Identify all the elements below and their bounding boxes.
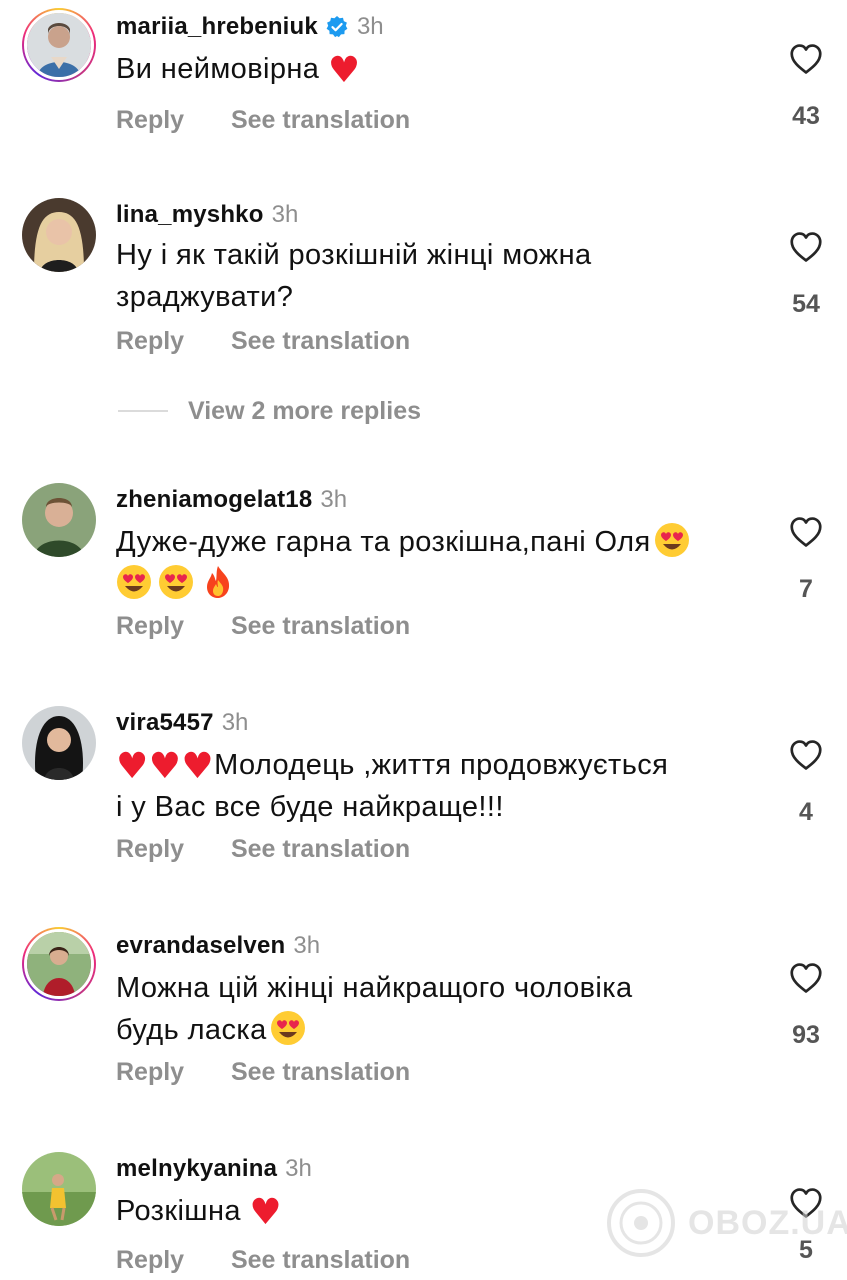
divider: [118, 410, 168, 412]
like-control: 54: [786, 228, 826, 319]
like-control: 43: [786, 40, 826, 131]
fire-emoji: [200, 564, 236, 600]
comment-text-content: будь ласка: [116, 1014, 267, 1046]
avatar-image: [22, 483, 96, 557]
comment-actions: Reply See translation: [116, 835, 410, 864]
like-count: 4: [799, 798, 813, 826]
heart-eyes-emoji: [270, 1010, 306, 1046]
timestamp: 3h: [285, 1155, 312, 1182]
avatar-image: [24, 10, 94, 80]
reply-button[interactable]: Reply: [116, 1058, 224, 1087]
obozrevatel-logo-icon: [607, 1189, 675, 1257]
watermark-text: OBOZ.UA: [688, 1203, 847, 1242]
username[interactable]: vira5457: [116, 709, 214, 737]
see-translation-button[interactable]: See translation: [231, 1058, 410, 1087]
comment-text-line: і у Вас все буде найкраще!!!: [116, 791, 504, 823]
red-heart-emoji: ♥: [181, 746, 215, 787]
avatar[interactable]: [22, 198, 96, 272]
view-more-replies-label[interactable]: View 2 more replies: [188, 397, 421, 426]
username[interactable]: zheniamogelat18: [116, 486, 312, 514]
comment-actions: Reply See translation: [116, 612, 410, 641]
timestamp: 3h: [271, 201, 299, 228]
comment-text-content: Ви неймовірна: [116, 53, 320, 85]
comment-text-line: Можна цій жінці найкращого чоловіка: [116, 972, 633, 1004]
avatar-image: [22, 198, 96, 272]
comment-actions: Reply See translation: [116, 106, 410, 135]
like-control: 4: [786, 736, 826, 827]
avatar-image: [24, 929, 94, 999]
avatar-image: [22, 1152, 96, 1226]
reply-button[interactable]: Reply: [116, 612, 224, 641]
timestamp: 3h: [221, 709, 249, 736]
comment-header: vira5457 3h: [116, 706, 248, 740]
heart-outline-icon[interactable]: [787, 959, 825, 997]
timestamp: 3h: [356, 13, 384, 40]
heart-outline-icon[interactable]: [787, 40, 825, 78]
like-count: 93: [792, 1021, 820, 1049]
comment-text: Можна цій жінці найкращого чоловіка будь…: [116, 967, 756, 1051]
view-more-replies[interactable]: View 2 more replies: [118, 396, 421, 426]
comment-text-content: Дуже-дуже гарна та розкішна,пані Оля: [116, 526, 651, 558]
watermark: OBOZ.UA: [606, 1188, 847, 1258]
see-translation-button[interactable]: See translation: [231, 106, 410, 135]
see-translation-button[interactable]: See translation: [231, 835, 410, 864]
username[interactable]: mariia_hrebeniuk: [116, 13, 318, 41]
red-heart-emoji: ♥: [116, 746, 149, 787]
see-translation-button[interactable]: See translation: [231, 612, 410, 641]
like-control: 7: [786, 513, 826, 604]
comment-text-line: Ну і як такій розкішній жінці можна: [116, 239, 592, 271]
comment-text: ♥♥♥Молодець ,життя продовжується і у Вас…: [116, 744, 756, 828]
like-count: 54: [792, 290, 820, 318]
like-count: 7: [799, 575, 813, 603]
red-heart-emoji: ♥: [249, 1192, 283, 1233]
heart-eyes-emoji: [158, 564, 194, 600]
comment-text-content: Молодець ,життя продовжується: [214, 749, 669, 781]
timestamp: 3h: [320, 486, 348, 513]
timestamp: 3h: [293, 932, 321, 959]
red-heart-emoji: ♥: [327, 50, 361, 91]
username[interactable]: evrandaselven: [116, 932, 285, 960]
comment-text: Дуже-дуже гарна та розкішна,пані Оля: [116, 521, 766, 605]
avatar-image: [22, 706, 96, 780]
comment-text-content: Розкішна: [116, 1195, 241, 1227]
avatar[interactable]: [22, 927, 96, 1001]
avatar[interactable]: [22, 706, 96, 780]
comment-actions: Reply See translation: [116, 1058, 410, 1087]
comment-header: zheniamogelat18 3h: [116, 483, 347, 517]
red-heart-emoji: ♥: [148, 746, 182, 787]
heart-eyes-emoji: [654, 522, 690, 558]
see-translation-button[interactable]: See translation: [231, 327, 410, 356]
comment-header: lina_myshko 3h: [116, 198, 298, 232]
heart-eyes-emoji: [116, 564, 152, 600]
avatar[interactable]: [22, 483, 96, 557]
reply-button[interactable]: Reply: [116, 835, 224, 864]
comment-text: Ну і як такій розкішній жінці можна зрад…: [116, 234, 756, 318]
reply-button[interactable]: Reply: [116, 106, 224, 135]
reply-button[interactable]: Reply: [116, 327, 224, 356]
username[interactable]: melnykyanina: [116, 1155, 277, 1183]
comment-header: evrandaselven 3h: [116, 929, 320, 963]
username[interactable]: lina_myshko: [116, 201, 264, 229]
heart-outline-icon[interactable]: [787, 736, 825, 774]
see-translation-button[interactable]: See translation: [231, 1246, 410, 1275]
comment-actions: Reply See translation: [116, 327, 410, 356]
like-count: 43: [792, 102, 820, 130]
reply-button[interactable]: Reply: [116, 1246, 224, 1275]
avatar[interactable]: [22, 1152, 96, 1226]
verified-badge-icon: [325, 15, 349, 39]
heart-outline-icon[interactable]: [787, 513, 825, 551]
comment-text-line: зраджувати?: [116, 281, 294, 313]
comment-header: mariia_hrebeniuk 3h: [116, 10, 384, 44]
comment-actions: Reply See translation: [116, 1246, 410, 1275]
comment-text: Ви неймовірна ♥: [116, 48, 756, 90]
comment-header: melnykyanina 3h: [116, 1152, 312, 1186]
heart-outline-icon[interactable]: [787, 228, 825, 266]
avatar[interactable]: [22, 8, 96, 82]
like-control: 93: [786, 959, 826, 1050]
